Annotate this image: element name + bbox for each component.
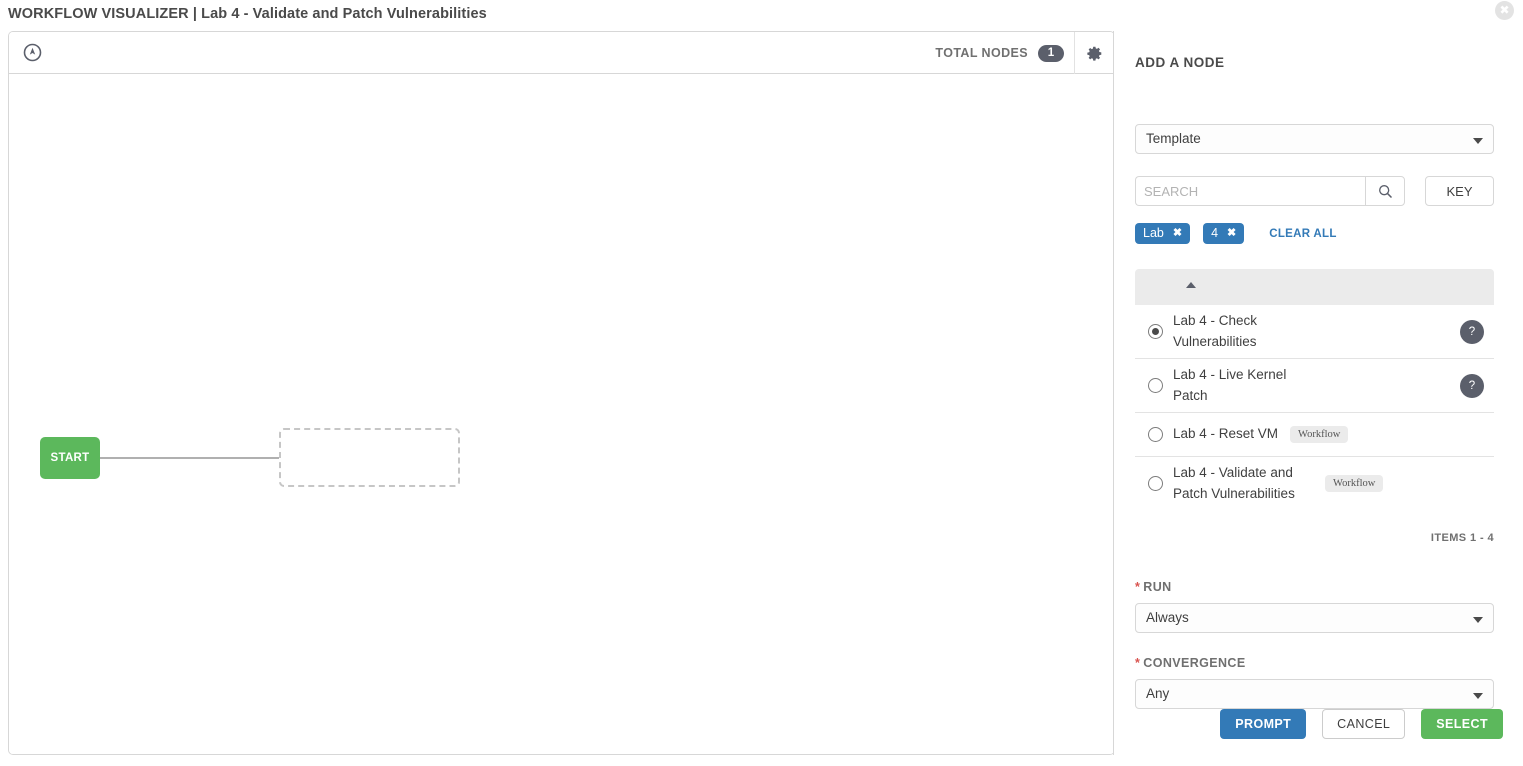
- list-item-label: Lab 4 - Validate and Patch Vulnerabiliti…: [1173, 465, 1295, 501]
- search-row: KEY: [1135, 176, 1494, 206]
- close-icon[interactable]: ✖: [1495, 1, 1514, 20]
- cancel-button[interactable]: CANCEL: [1322, 709, 1406, 739]
- node-type-select[interactable]: Template: [1135, 124, 1494, 154]
- node-type-value: Template: [1146, 131, 1201, 146]
- panel-title: ADD A NODE: [1135, 55, 1225, 70]
- list-item-label: Lab 4 - Live Kernel Patch: [1173, 367, 1287, 403]
- page-title: WORKFLOW VISUALIZER | Lab 4 - Validate a…: [8, 6, 487, 22]
- list-item-radio[interactable]: [1148, 427, 1163, 442]
- chevron-down-icon: [1473, 617, 1483, 623]
- select-button[interactable]: SELECT: [1421, 709, 1503, 739]
- list-item-label: Lab 4 - Reset VM: [1173, 426, 1279, 442]
- list-item-radio[interactable]: [1148, 324, 1163, 339]
- visualizer-toolbar: TOTAL NODES 1: [9, 32, 1114, 74]
- filter-tag-4: 4 ✖: [1203, 223, 1245, 244]
- toolbar-right-group: TOTAL NODES 1: [935, 32, 1114, 74]
- run-select-value: Always: [1146, 610, 1189, 625]
- help-icon[interactable]: ?: [1460, 373, 1484, 398]
- filter-tag-lab-label: Lab: [1143, 226, 1164, 240]
- placeholder-node[interactable]: [279, 428, 460, 487]
- workflow-visualizer-modal: WORKFLOW VISUALIZER | Lab 4 - Validate a…: [0, 0, 1523, 766]
- filter-tag-lab: Lab ✖: [1135, 223, 1191, 244]
- sort-ascending-icon[interactable]: [1186, 282, 1196, 288]
- template-list: Lab 4 - Check Vulnerabilities ? Lab 4 - …: [1135, 305, 1494, 544]
- chevron-down-icon: [1473, 138, 1483, 144]
- add-node-panel: ADD A NODE Template KEY Lab ✖: [1113, 31, 1523, 755]
- search-icon[interactable]: [1365, 176, 1405, 206]
- workflow-badge: Workflow: [1325, 475, 1384, 492]
- workflow-badge: Workflow: [1290, 426, 1349, 443]
- workflow-link: [100, 457, 280, 459]
- prompt-button[interactable]: PROMPT: [1220, 709, 1307, 739]
- key-button[interactable]: KEY: [1425, 176, 1494, 206]
- panel-footer: PROMPT CANCEL SELECT: [1114, 693, 1523, 755]
- start-node[interactable]: START: [40, 437, 100, 479]
- list-item[interactable]: Lab 4 - Validate and Patch Vulnerabiliti…: [1135, 457, 1494, 510]
- clear-all-button[interactable]: CLEAR ALL: [1269, 228, 1336, 240]
- items-count: ITEMS 1 - 4: [1430, 532, 1494, 544]
- remove-tag-icon[interactable]: ✖: [1173, 223, 1182, 244]
- convergence-label: * CONVERGENCE: [1135, 656, 1246, 670]
- visualizer-panel: TOTAL NODES 1 START: [8, 31, 1115, 755]
- list-header[interactable]: [1135, 269, 1494, 305]
- help-icon[interactable]: ?: [1460, 319, 1484, 344]
- total-nodes-badge: 1: [1038, 44, 1064, 62]
- list-item[interactable]: Lab 4 - Live Kernel Patch ?: [1135, 359, 1494, 413]
- locate-icon[interactable]: [23, 43, 42, 62]
- list-item[interactable]: Lab 4 - Check Vulnerabilities ?: [1135, 305, 1494, 359]
- filter-tags: Lab ✖ 4 ✖ CLEAR ALL: [1135, 223, 1494, 244]
- required-marker: *: [1135, 580, 1141, 594]
- run-label: * RUN: [1135, 580, 1172, 594]
- run-select[interactable]: Always: [1135, 603, 1494, 633]
- list-item-radio[interactable]: [1148, 476, 1163, 491]
- convergence-label-text: CONVERGENCE: [1143, 656, 1246, 670]
- workflow-canvas[interactable]: START: [9, 74, 1114, 754]
- gear-icon[interactable]: [1074, 32, 1114, 74]
- remove-tag-icon[interactable]: ✖: [1227, 223, 1236, 244]
- total-nodes-label: TOTAL NODES: [935, 46, 1028, 60]
- list-item-radio[interactable]: [1148, 378, 1163, 393]
- list-item-label: Lab 4 - Check Vulnerabilities: [1173, 313, 1258, 349]
- required-marker: *: [1135, 656, 1141, 670]
- search-input[interactable]: [1135, 176, 1365, 206]
- filter-tag-4-label: 4: [1211, 226, 1219, 240]
- run-label-text: RUN: [1143, 580, 1172, 594]
- list-item[interactable]: Lab 4 - Reset VM Workflow: [1135, 413, 1494, 457]
- search-group: [1135, 176, 1405, 206]
